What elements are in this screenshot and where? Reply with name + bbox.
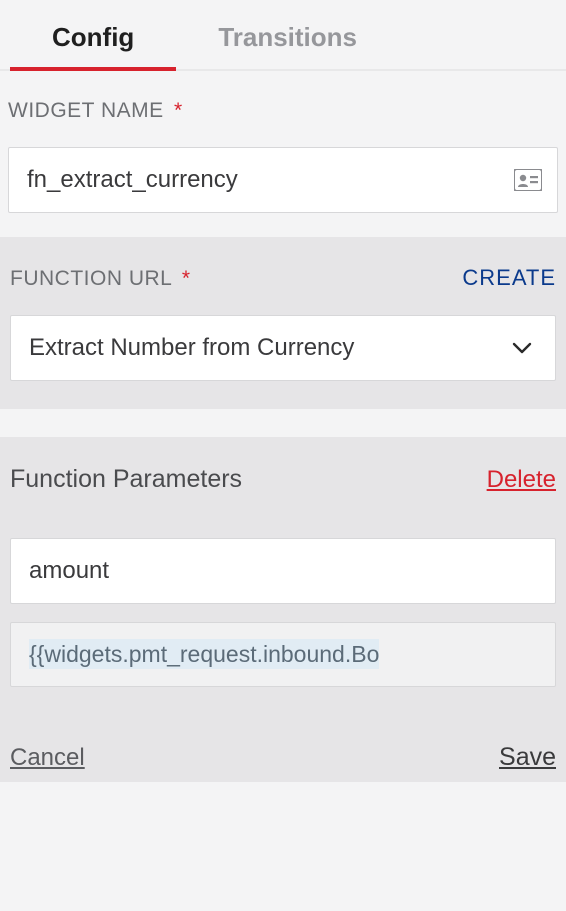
widget-name-input[interactable] xyxy=(8,147,558,213)
footer-row: Cancel Save xyxy=(0,715,566,782)
required-asterisk: * xyxy=(182,267,191,290)
widget-name-label: WIDGET NAME * xyxy=(8,99,558,123)
parameter-value-text: {{widgets.pmt_request.inbound.Bo xyxy=(29,639,379,669)
create-link[interactable]: CREATE xyxy=(462,265,556,291)
id-card-icon xyxy=(514,169,542,191)
function-url-label-row: FUNCTION URL * CREATE xyxy=(10,265,556,291)
section-widget-name: WIDGET NAME * xyxy=(0,71,566,237)
section-function-url: FUNCTION URL * CREATE Extract Number fro… xyxy=(0,237,566,409)
widget-name-label-text: WIDGET NAME xyxy=(8,99,164,122)
function-parameters-header: Function Parameters Delete xyxy=(10,465,556,494)
function-parameters-title: Function Parameters xyxy=(10,465,242,494)
delete-link[interactable]: Delete xyxy=(487,466,556,494)
save-button[interactable]: Save xyxy=(499,743,556,772)
section-function-parameters: Function Parameters Delete {{widgets.pmt… xyxy=(0,437,566,715)
widget-name-input-wrap xyxy=(8,147,558,213)
parameter-value-input[interactable]: {{widgets.pmt_request.inbound.Bo xyxy=(10,622,556,687)
tab-config[interactable]: Config xyxy=(10,14,176,69)
function-url-label: FUNCTION URL * xyxy=(10,267,191,291)
tab-transitions[interactable]: Transitions xyxy=(176,14,399,69)
tabs-bar: Config Transitions xyxy=(0,0,566,71)
function-url-select[interactable]: Extract Number from Currency xyxy=(10,315,556,381)
chevron-down-icon xyxy=(511,337,533,359)
function-url-label-text: FUNCTION URL xyxy=(10,267,172,290)
required-asterisk: * xyxy=(174,99,183,122)
parameter-key-input[interactable] xyxy=(10,538,556,604)
cancel-button[interactable]: Cancel xyxy=(10,744,85,772)
function-url-selected: Extract Number from Currency xyxy=(29,334,354,361)
